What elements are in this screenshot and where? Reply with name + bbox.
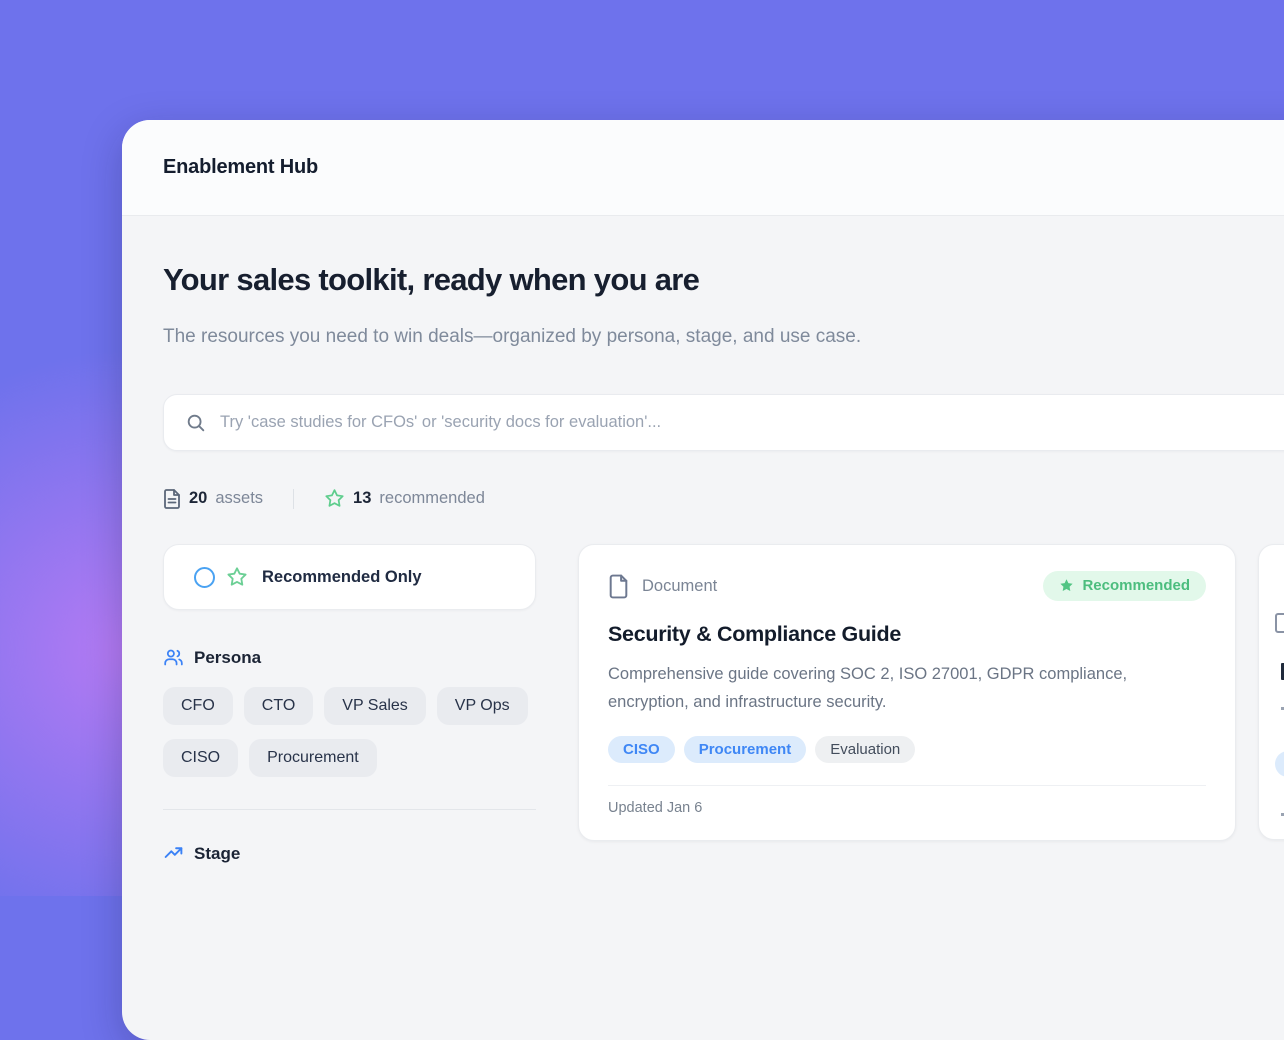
- asset-card-security-compliance-guide[interactable]: Document Recommended Security & Complian…: [578, 544, 1236, 841]
- recommended-only-label: Recommended Only: [262, 568, 422, 587]
- stats-divider: [293, 489, 294, 509]
- clipped-file-icon: [1275, 613, 1284, 633]
- asset-card-list: Document Recommended Security & Complian…: [578, 544, 1284, 841]
- page-content: Your sales toolkit, ready when you are T…: [122, 216, 1284, 864]
- tag-ciso[interactable]: CISO: [608, 736, 675, 763]
- recommended-label: recommended: [379, 489, 484, 508]
- star-filled-icon: [1059, 578, 1074, 593]
- sidebar-divider: [163, 809, 536, 810]
- star-outline-icon: [324, 488, 345, 509]
- recommended-stat: 13 recommended: [324, 488, 485, 509]
- search-input[interactable]: [220, 413, 1284, 432]
- assets-label: assets: [215, 489, 263, 508]
- asset-tags: CISO Procurement Evaluation: [608, 736, 1206, 763]
- file-icon: [608, 574, 629, 599]
- stage-section-label: Stage: [194, 844, 240, 864]
- recommended-only-toggle[interactable]: Recommended Only: [163, 544, 536, 610]
- page-title: Enablement Hub: [163, 156, 318, 179]
- users-icon: [163, 647, 184, 668]
- radio-circle-icon[interactable]: [194, 567, 215, 588]
- persona-chip-procurement[interactable]: Procurement: [249, 739, 377, 777]
- persona-section-header: Persona: [163, 647, 536, 668]
- asset-type-label: Document: [642, 577, 717, 596]
- recommended-badge: Recommended: [1043, 571, 1206, 601]
- asset-title: Security & Compliance Guide: [608, 622, 1206, 647]
- clipped-tag-fragment: [1275, 751, 1284, 777]
- asset-updated-date: Updated Jan 6: [608, 800, 1206, 816]
- file-text-icon: [163, 489, 181, 509]
- tag-procurement[interactable]: Procurement: [684, 736, 807, 763]
- hero-subtitle: The resources you need to win deals—orga…: [163, 319, 993, 355]
- persona-chip-ciso[interactable]: CISO: [163, 739, 238, 777]
- assets-count: 20: [189, 489, 207, 508]
- star-outline-icon: [226, 566, 248, 588]
- persona-chip-vp-ops[interactable]: VP Ops: [437, 687, 528, 725]
- filters-sidebar: Recommended Only Persona CFO CTO VP Sale…: [163, 544, 536, 864]
- persona-chip-cto[interactable]: CTO: [244, 687, 313, 725]
- asset-description: Comprehensive guide covering SOC 2, ISO …: [608, 660, 1203, 716]
- trending-up-icon: [163, 843, 184, 864]
- asset-card-clipped[interactable]: [1258, 544, 1284, 840]
- persona-section-label: Persona: [194, 648, 261, 668]
- page-header: Enablement Hub: [122, 120, 1284, 216]
- asset-type: Document: [608, 574, 717, 599]
- persona-chip-vp-sales[interactable]: VP Sales: [324, 687, 426, 725]
- card-divider: [608, 785, 1206, 786]
- stats-row: 20 assets 13 recommended: [163, 488, 1284, 509]
- assets-stat: 20 assets: [163, 489, 263, 509]
- enablement-hub-window: Enablement Hub Your sales toolkit, ready…: [122, 120, 1284, 1040]
- search-icon: [185, 412, 207, 434]
- hero-title: Your sales toolkit, ready when you are: [163, 262, 1284, 298]
- persona-chips: CFO CTO VP Sales VP Ops CISO Procurement: [163, 687, 536, 777]
- stage-section-header: Stage: [163, 843, 536, 864]
- recommended-count: 13: [353, 489, 371, 508]
- search-bar[interactable]: [163, 394, 1284, 451]
- tag-evaluation[interactable]: Evaluation: [815, 736, 915, 763]
- recommended-badge-label: Recommended: [1082, 577, 1190, 594]
- persona-chip-cfo[interactable]: CFO: [163, 687, 233, 725]
